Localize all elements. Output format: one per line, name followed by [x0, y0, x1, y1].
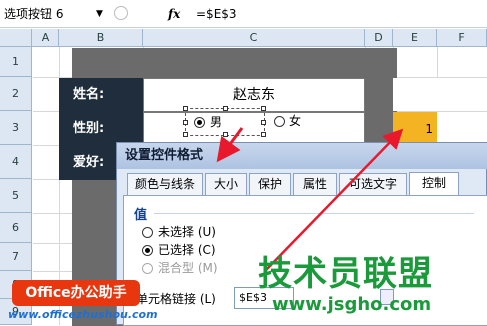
brand-url: www.officezhushou.com [8, 308, 158, 321]
watermark-text: 技术员联盟 [258, 254, 433, 294]
arrow-to-dialog [216, 127, 244, 163]
arrow-to-cell-e3 [265, 128, 404, 271]
watermark-url: www.jsgho.com [272, 294, 432, 315]
brand-logo: Office办公助手 [12, 280, 140, 306]
